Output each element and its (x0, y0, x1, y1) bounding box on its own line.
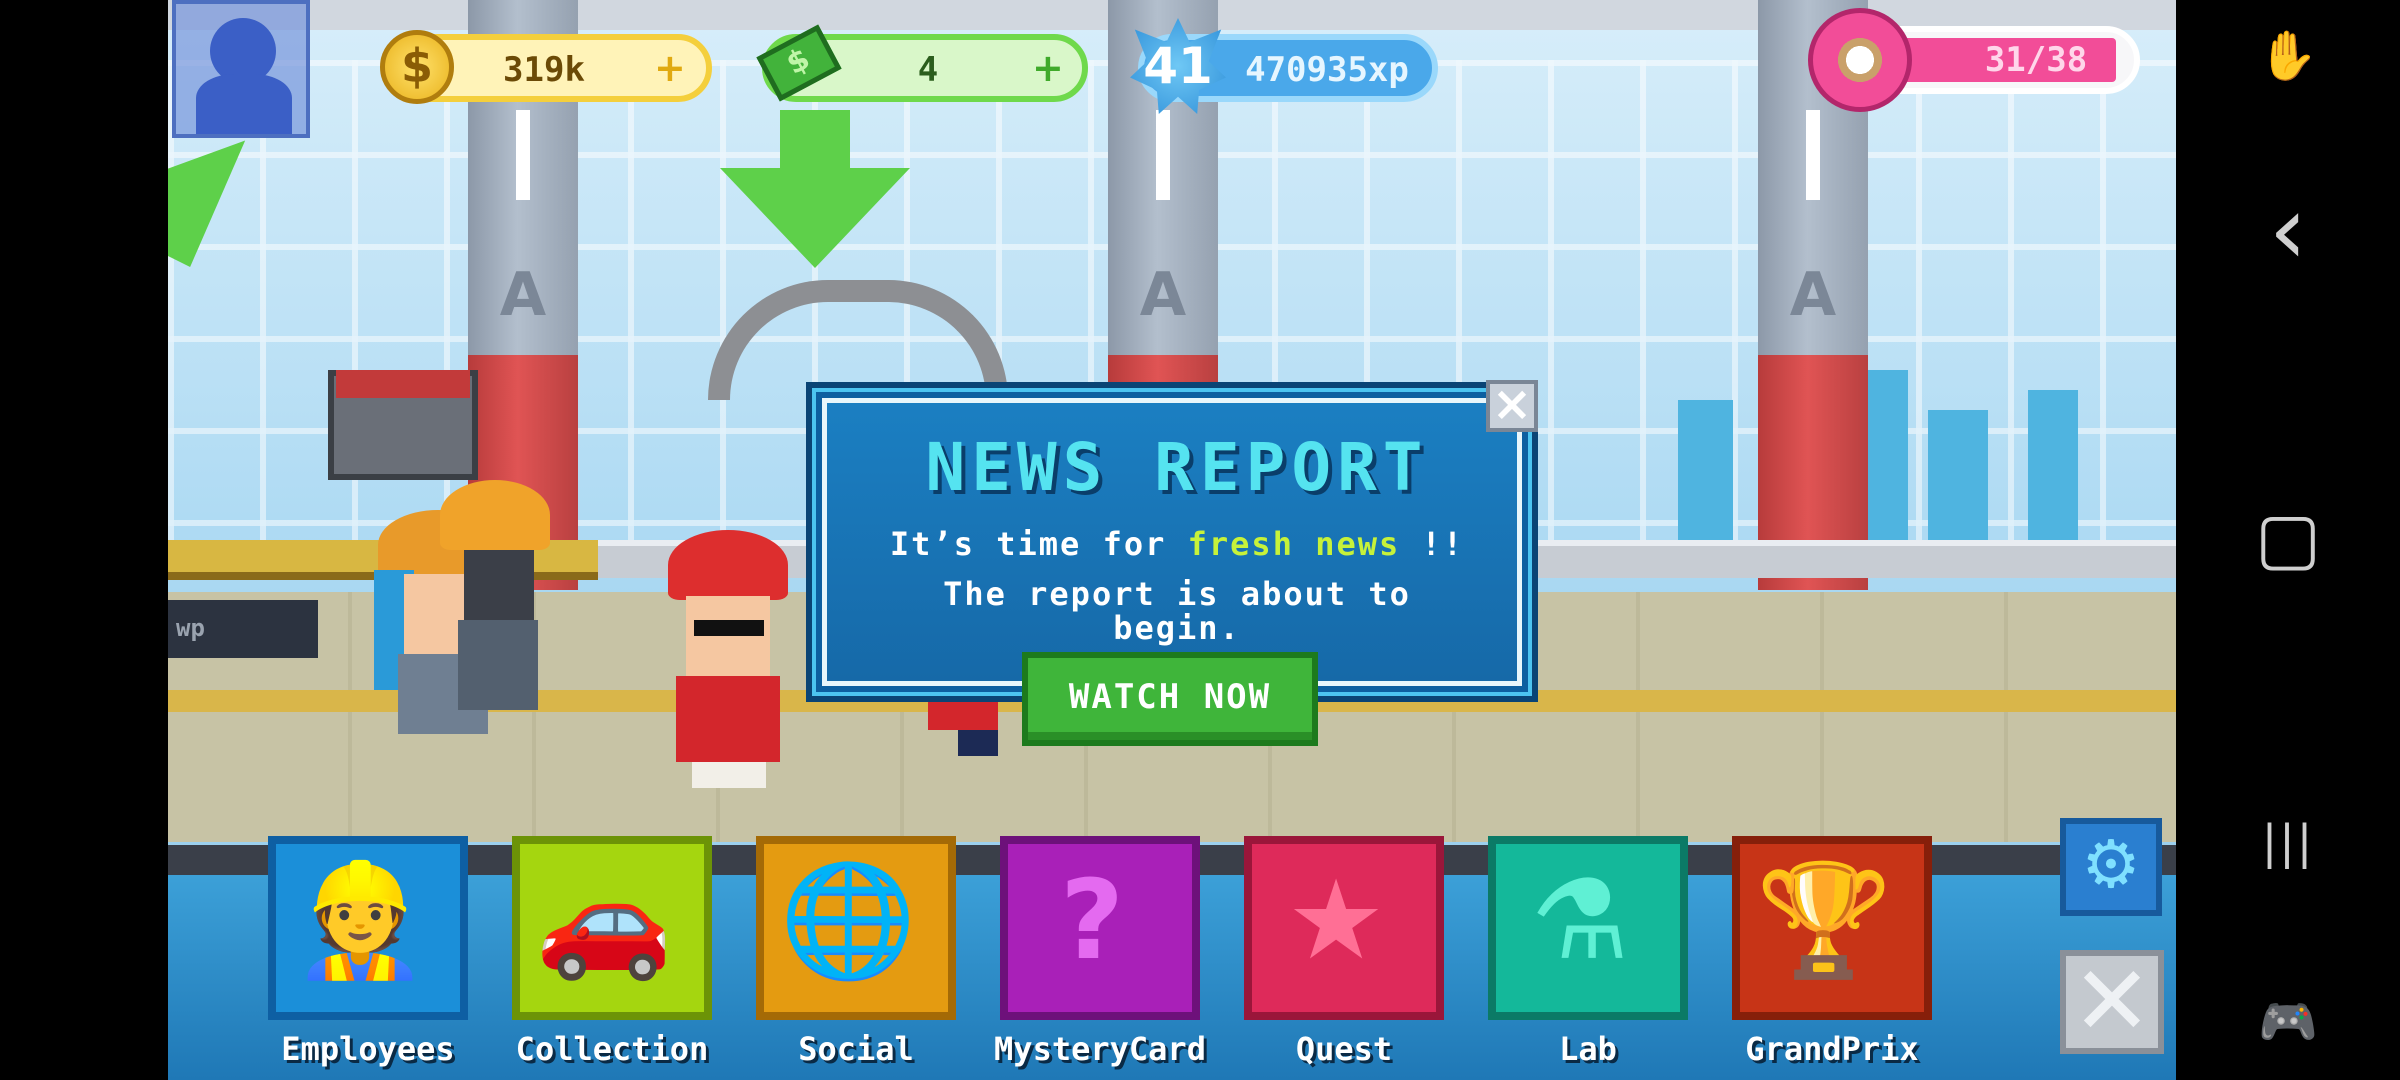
modal-line-2: The report is about to (943, 575, 1411, 613)
flask-icon: ⚗ (1530, 856, 1630, 984)
engine-top (336, 370, 470, 398)
menu-label-employees: Employees (281, 1030, 455, 1068)
android-nav-bar: ✋ ‹ ▢ ||| 🎮 (2176, 0, 2400, 1080)
xp-value: 470935xp (1245, 50, 1409, 90)
game-tools-icon[interactable]: 🎮 (2246, 980, 2330, 1064)
menu-employees[interactable]: 👷 (268, 836, 468, 1020)
menu-social[interactable]: 🌐 (756, 836, 956, 1020)
trophy-icon: 🏆 (1755, 856, 1893, 984)
modal-line-3: begin. (1113, 609, 1241, 647)
down-arrow-icon (720, 168, 910, 268)
pillar-letter: A (1139, 260, 1187, 330)
question-mark-icon: ? (1060, 856, 1124, 984)
globe-icon: 🌐 (779, 856, 917, 984)
left-black-bar (0, 0, 168, 1080)
worker-boss[interactable] (658, 530, 798, 790)
modal-inner-frame: NEWS REPORT It’s time for fresh news !! … (822, 398, 1522, 686)
close-game-button[interactable]: ✕ (2060, 950, 2164, 1054)
coin-icon: $ (380, 30, 454, 104)
modal-title: NEWS REPORT (925, 429, 1429, 506)
pillar-lamp (1156, 110, 1170, 200)
menu-label-grandprix: GrandPrix (1745, 1030, 1919, 1068)
menu-label-mysterycard: MysteryCard (994, 1030, 1206, 1068)
menu-mysterycard[interactable]: ? (1000, 836, 1200, 1020)
wp-sign: wp (168, 600, 318, 658)
hard-hat (440, 480, 550, 550)
city-building (1928, 410, 1988, 540)
star-icon: ★ (1286, 856, 1386, 984)
shoes (958, 730, 998, 756)
avatar-body (196, 74, 292, 134)
assist-touch-icon[interactable]: ✋ (2246, 14, 2330, 98)
worker-welder[interactable] (428, 470, 558, 730)
employees-icon: 👷 (291, 856, 429, 984)
close-modal-button[interactable]: × (1486, 380, 1538, 432)
donut-icon (1808, 8, 1912, 112)
red-jacket (676, 676, 780, 762)
city-building (2028, 390, 2078, 540)
pillar-lamp (516, 110, 530, 200)
sunglasses (694, 620, 764, 636)
pants (692, 762, 766, 788)
menu-lab[interactable]: ⚗ (1488, 836, 1688, 1020)
settings-gear-icon[interactable]: ⚙ (2060, 818, 2162, 916)
overalls (458, 620, 538, 710)
home-button[interactable]: ▢ (2246, 496, 2330, 580)
menu-label-lab: Lab (1559, 1030, 1617, 1068)
modal-line-1: It’s time for fresh news !! (827, 527, 1527, 561)
menu-collection[interactable]: 🚗 (512, 836, 712, 1020)
line1-highlight: fresh news (1187, 525, 1401, 563)
menu-quest[interactable]: ★ (1244, 836, 1444, 1020)
menu-label-collection: Collection (515, 1030, 709, 1068)
donut-value: 31/38 (1984, 40, 2088, 80)
red-cap (668, 530, 788, 600)
coins-value: 319k (503, 50, 585, 90)
line1-suffix: !! (1421, 525, 1465, 563)
city-building (1678, 400, 1733, 540)
cash-value: 4 (917, 50, 939, 90)
face (686, 596, 770, 676)
car-icon: 🚗 (535, 856, 673, 984)
line1-prefix: It’s time for (889, 525, 1167, 563)
menu-grandprix[interactable]: 🏆 (1732, 836, 1932, 1020)
watch-now-button[interactable]: WATCH NOW (1022, 652, 1318, 746)
pillar-letter: A (1789, 260, 1837, 330)
pillar-lamp (1806, 110, 1820, 200)
pillar-letter: A (499, 260, 547, 330)
city-building (1868, 370, 1908, 540)
menu-label-quest: Quest (1295, 1030, 1393, 1068)
back-button[interactable]: ‹ (2246, 182, 2330, 278)
down-arrow-stem (780, 110, 850, 170)
add-cash-icon[interactable]: + (1032, 46, 1064, 90)
recents-button[interactable]: ||| (2246, 800, 2330, 884)
add-coins-icon[interactable]: + (654, 46, 686, 90)
player-avatar[interactable] (172, 0, 310, 138)
menu-label-social: Social (798, 1030, 914, 1068)
welding-mask (464, 550, 534, 620)
